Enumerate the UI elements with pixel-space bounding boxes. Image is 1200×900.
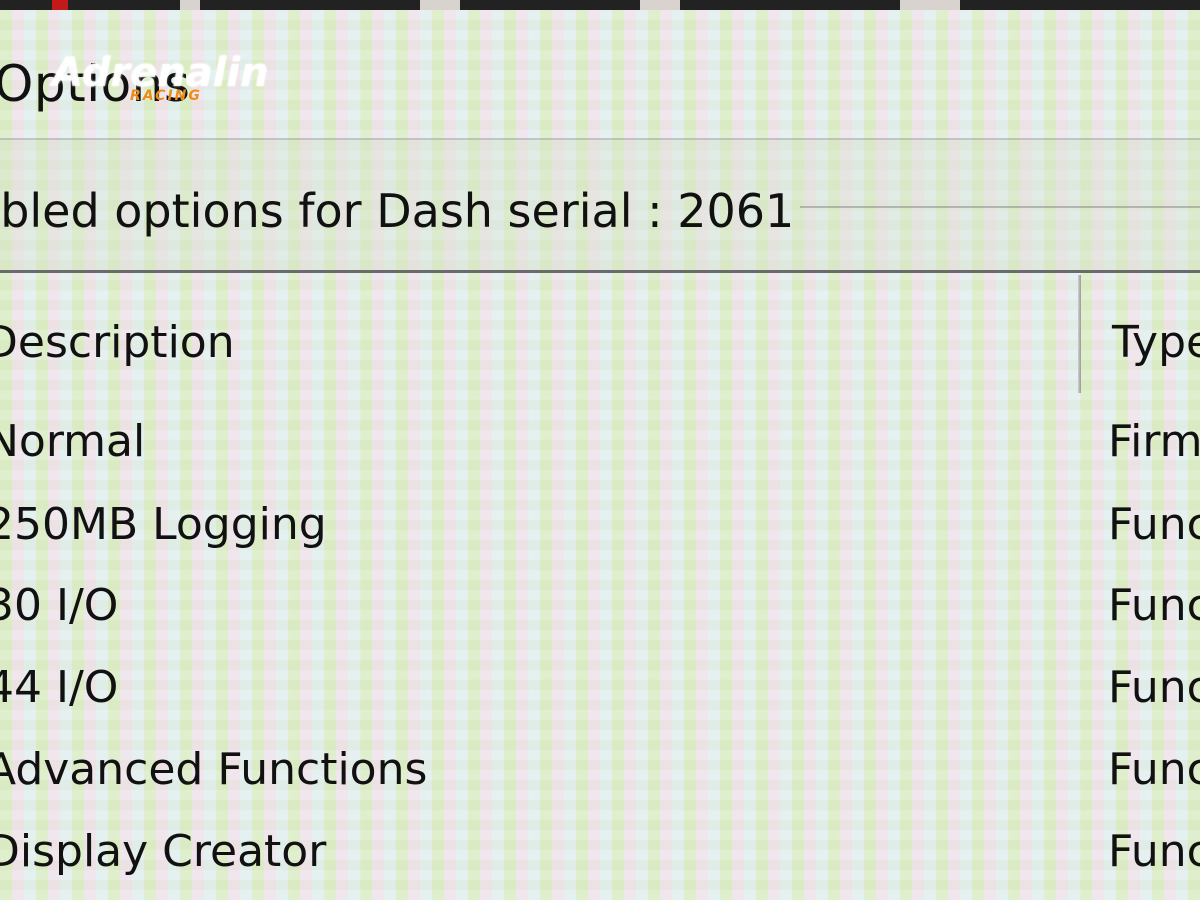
option-description: 44 I/O <box>0 662 119 713</box>
option-type: Func <box>1108 826 1200 877</box>
dash-serial-label: abled options for Dash serial : 2061 <box>0 184 795 238</box>
list-item[interactable]: Normal Firm <box>0 410 1200 490</box>
list-item[interactable]: 44 I/O Func <box>0 656 1200 736</box>
option-description: Display Creator <box>0 826 327 877</box>
list-header: Description Type <box>0 275 1200 393</box>
strip-gap <box>180 0 200 10</box>
column-resize-handle[interactable] <box>1078 275 1081 393</box>
option-type: Func <box>1108 499 1200 550</box>
option-type: Func <box>1108 662 1200 713</box>
option-type: Func <box>1108 744 1200 795</box>
top-edge-strip <box>0 0 1200 10</box>
column-header-type[interactable]: Type <box>1112 315 1200 371</box>
option-description: Normal <box>0 416 146 467</box>
window-title-bar: Options Adrenalin RACING <box>0 10 1200 140</box>
strip-gap <box>420 0 460 10</box>
option-description: 250MB Logging <box>0 499 327 550</box>
option-type: Func <box>1108 580 1200 631</box>
option-description: 30 I/O <box>0 580 119 631</box>
list-item[interactable]: 30 I/O Func <box>0 574 1200 654</box>
list-item[interactable]: Display Creator Func <box>0 820 1200 900</box>
watermark-logo: Adrenalin RACING <box>52 50 269 110</box>
option-type: Firm <box>1108 416 1200 467</box>
option-description: Advanced Functions <box>0 744 428 795</box>
watermark-sub: RACING <box>130 88 202 104</box>
list-top-border <box>0 270 1200 273</box>
strip-gap <box>640 0 680 10</box>
red-accent <box>52 0 68 10</box>
list-item[interactable]: Advanced Functions Func <box>0 738 1200 818</box>
strip-gap <box>900 0 960 10</box>
list-item[interactable]: 250MB Logging Func <box>0 493 1200 573</box>
groupbox-divider <box>800 206 1200 208</box>
column-header-description[interactable]: Description <box>0 315 235 371</box>
